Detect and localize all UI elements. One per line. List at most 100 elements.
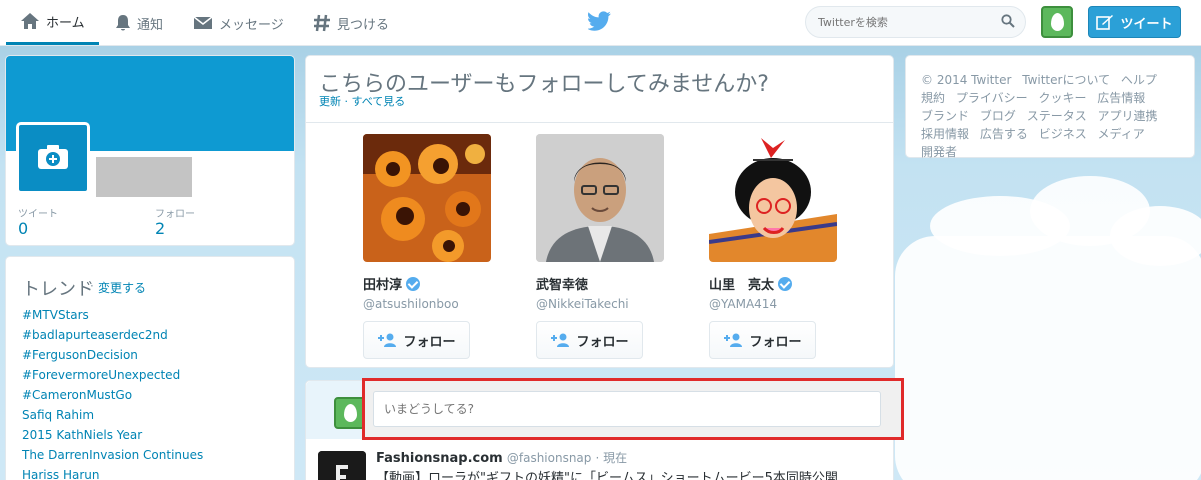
- tweet-header: Fashionsnap.com @fashionsnap · 現在: [376, 449, 627, 466]
- envelope-icon: [193, 15, 213, 31]
- tweet-author-name[interactable]: Fashionsnap.com: [376, 451, 503, 466]
- compose-quill-icon: [1096, 14, 1114, 30]
- timeline-tweet[interactable]: Fashionsnap.com @fashionsnap · 現在 【動画】ロー…: [306, 439, 893, 480]
- footer-link[interactable]: ブログ: [980, 109, 1016, 123]
- follow-button[interactable]: フォロー: [709, 321, 816, 359]
- follow-button-label: フォロー: [403, 334, 456, 350]
- nav-messages[interactable]: メッセージ: [193, 0, 284, 46]
- nav-home-label: ホーム: [46, 15, 85, 31]
- footer-link[interactable]: 採用情報: [921, 127, 969, 141]
- trend-item[interactable]: The DarrenInvasion Continues: [22, 445, 203, 465]
- search-input[interactable]: [805, 6, 1026, 38]
- nav-home[interactable]: ホーム: [6, 0, 99, 45]
- trend-item[interactable]: #ForevermoreUnexpected: [22, 365, 203, 385]
- profile-photo[interactable]: [16, 122, 90, 194]
- suggested-user: 田村淳 @atsushilonboo フォロー: [363, 134, 503, 359]
- suggested-user-name-row: 田村淳: [363, 274, 503, 293]
- twitter-bird-icon[interactable]: [587, 11, 612, 34]
- tweet-author-handle[interactable]: @fashionsnap: [507, 451, 592, 465]
- search-icon[interactable]: [1001, 14, 1015, 31]
- trend-list: #MTVStars #badlapurteaserdec2nd #Ferguso…: [22, 305, 203, 480]
- suggested-user-avatar[interactable]: [536, 134, 664, 262]
- suggested-user-name-row: 山里 亮太: [709, 274, 849, 293]
- trends-change-link[interactable]: 変更する: [98, 279, 146, 296]
- trend-item[interactable]: Safiq Rahim: [22, 405, 203, 425]
- suggested-user-name[interactable]: 田村淳: [363, 274, 402, 293]
- trends-title: トレンド: [22, 279, 94, 300]
- suggested-user-handle[interactable]: @atsushilonboo: [363, 297, 503, 311]
- top-navigation-bar: ホーム 通知 メッセージ 見つける ツイート: [0, 0, 1201, 46]
- add-user-icon: [723, 333, 743, 347]
- suggested-user-avatar[interactable]: [709, 134, 837, 262]
- footer-link[interactable]: ビジネス: [1039, 127, 1087, 141]
- footer-link[interactable]: ブランド: [921, 109, 969, 123]
- suggested-user-name[interactable]: 武智幸徳: [536, 274, 588, 293]
- bell-icon: [115, 14, 131, 32]
- footer-link[interactable]: 規約: [921, 91, 945, 105]
- add-user-icon: [550, 333, 570, 347]
- divider: [306, 122, 893, 123]
- footer-link[interactable]: プライバシー: [956, 91, 1028, 105]
- footer-links-card: © 2014 Twitter Twitterについて ヘルプ 規約 プライバシー…: [905, 55, 1195, 161]
- nav-notifications[interactable]: 通知: [115, 0, 163, 46]
- profile-card: ツイート 0 フォロー 2: [5, 55, 295, 246]
- suggested-user-name-row: 武智幸徳: [536, 274, 676, 293]
- trend-item[interactable]: #badlapurteaserdec2nd: [22, 325, 203, 345]
- suggested-user: 武智幸徳 @NikkeiTakechi フォロー: [536, 134, 676, 359]
- footer-link[interactable]: ヘルプ: [1121, 73, 1157, 87]
- nav-notifications-label: 通知: [137, 17, 164, 33]
- profile-name-placeholder: [96, 157, 192, 197]
- suggested-user-handle[interactable]: @YAMA414: [709, 297, 849, 311]
- add-user-icon: [377, 333, 397, 347]
- footer-link[interactable]: 広告する: [980, 127, 1028, 141]
- home-icon: [20, 12, 40, 30]
- copyright-text: © 2014 Twitter: [921, 73, 1012, 87]
- tweet-time[interactable]: · 現在: [596, 451, 628, 465]
- tweet-text: 【動画】ローラが"ギフトの妖精"に「ビームス」ショートムービー5本同時公開: [376, 471, 838, 480]
- footer-link[interactable]: メディア: [1098, 127, 1145, 141]
- trend-item[interactable]: Hariss Harun: [22, 465, 203, 480]
- trends-card: トレンド · 変更する #MTVStars #badlapurteaserdec…: [5, 256, 295, 480]
- following-count[interactable]: 2: [155, 219, 165, 238]
- follow-button[interactable]: フォロー: [363, 321, 470, 359]
- user-avatar[interactable]: [1041, 6, 1073, 38]
- verified-badge-icon: [778, 276, 793, 291]
- trend-item[interactable]: #CameronMustGo: [22, 385, 203, 405]
- nav-discover[interactable]: 見つける: [313, 0, 389, 46]
- egg-icon: [343, 404, 357, 422]
- trend-item[interactable]: 2015 KathNiels Year: [22, 425, 203, 445]
- suggested-user-handle[interactable]: @NikkeiTakechi: [536, 297, 676, 311]
- footer-link[interactable]: 広告情報: [1097, 91, 1145, 105]
- trend-item[interactable]: #MTVStars: [22, 305, 203, 325]
- footer-link[interactable]: アプリ連携: [1098, 109, 1158, 123]
- nav-messages-label: メッセージ: [219, 17, 284, 33]
- suggested-user: 山里 亮太 @YAMA414 フォロー: [709, 134, 849, 359]
- nav-discover-label: 見つける: [337, 17, 390, 33]
- follow-button-label: フォロー: [576, 334, 629, 350]
- footer-link[interactable]: ステータス: [1027, 109, 1087, 123]
- footer-link[interactable]: クッキー: [1038, 91, 1086, 105]
- who-to-follow-card: こちらのユーザーもフォローしてみませんか? 更新 · すべて見る 田村淳 @at…: [305, 55, 894, 368]
- tweet-button[interactable]: ツイート: [1088, 6, 1181, 38]
- follow-button-label: フォロー: [749, 334, 802, 350]
- suggested-user-name[interactable]: 山里 亮太: [709, 274, 774, 293]
- footer-links: © 2014 Twitter Twitterについて ヘルプ 規約 プライバシー…: [921, 71, 1183, 161]
- tweet-button-label: ツイート: [1120, 16, 1173, 32]
- suggested-user-avatar[interactable]: [363, 134, 491, 262]
- following-label[interactable]: フォロー: [155, 205, 195, 220]
- trends-separator: ·: [90, 279, 94, 293]
- tweet-author-avatar[interactable]: [318, 451, 366, 480]
- verified-badge-icon: [406, 276, 421, 291]
- camera-icon: [37, 144, 69, 173]
- trend-item[interactable]: #FergusonDecision: [22, 345, 203, 365]
- tweets-label[interactable]: ツイート: [18, 205, 58, 220]
- follow-button[interactable]: フォロー: [536, 321, 643, 359]
- timeline-card: Fashionsnap.com @fashionsnap · 現在 【動画】ロー…: [305, 378, 904, 480]
- footer-link[interactable]: 開発者: [921, 145, 957, 159]
- compose-tweet-input[interactable]: [373, 391, 881, 427]
- hashtag-icon: [313, 14, 331, 32]
- tweets-count[interactable]: 0: [18, 219, 28, 238]
- footer-link[interactable]: Twitterについて: [1022, 73, 1110, 87]
- cloud-decoration: [895, 236, 1201, 480]
- refresh-view-all-links[interactable]: 更新 · すべて見る: [319, 93, 405, 109]
